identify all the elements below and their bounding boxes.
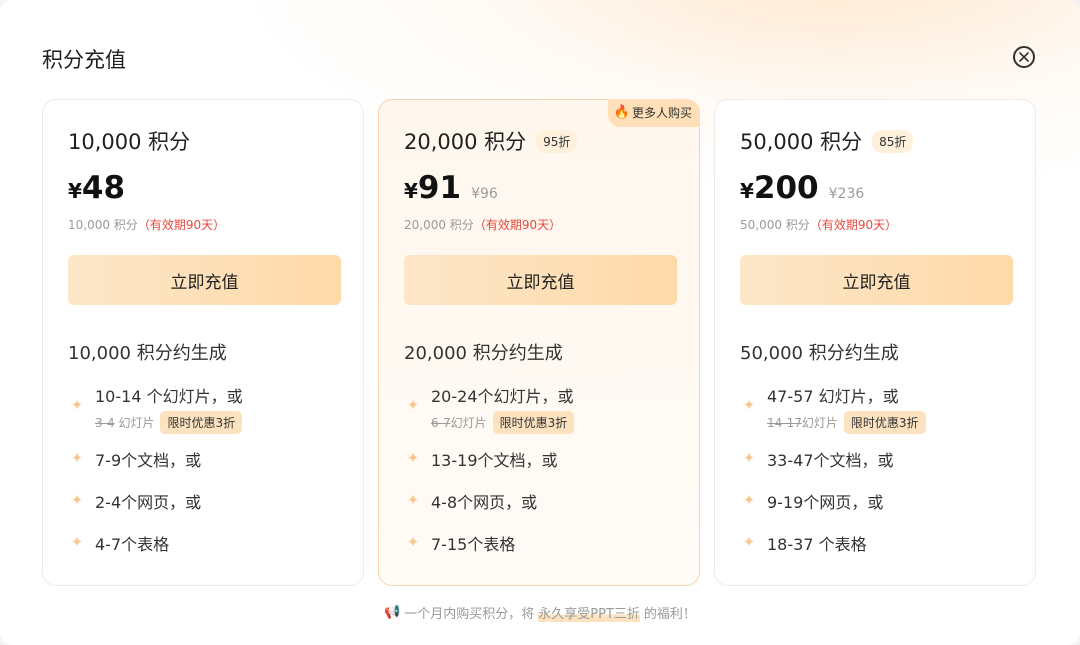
promo-badge: 限时优惠3折 [160, 411, 243, 434]
promo-badge: 限时优惠3折 [843, 411, 926, 434]
plan-amount: 20,000 积分 [404, 130, 527, 154]
feature-slides: ✦ 20-24个幻灯片，或 6-7幻灯片 限时优惠3折 [404, 383, 575, 434]
generation-title: 50,000 积分约生成 [740, 343, 899, 364]
plan-price: ¥200 [740, 170, 819, 206]
sparkle-icon: ✦ [406, 449, 420, 467]
feature-sheets: ✦ 4-7个表格 [68, 531, 169, 555]
sparkle-icon: ✦ [406, 491, 420, 509]
sparkle-icon: ✦ [70, 491, 84, 509]
feature-pages: ✦ 4-8个网页，或 [404, 489, 537, 513]
close-icon [1019, 52, 1029, 62]
megaphone-icon: 📢 [384, 605, 401, 620]
sparkle-icon: ✦ [742, 396, 756, 414]
feature-pages: ✦ 2-4个网页，或 [68, 489, 201, 513]
plan-card-20000: 🔥 更多人购买 20,000 积分 95折 ¥91 ¥96 20,000 积分（… [378, 99, 700, 586]
old-slide-count: 3-4 幻灯片 [95, 416, 155, 430]
plan-card-50000: 50,000 积分 85折 ¥200 ¥236 50,000 积分（有效期90天… [714, 99, 1036, 586]
sparkle-icon: ✦ [406, 533, 420, 551]
discount-badge: 85折 [872, 129, 914, 153]
sparkle-icon: ✦ [70, 533, 84, 551]
popular-badge: 🔥 更多人购买 [607, 99, 700, 127]
old-slide-count: 6-7幻灯片 [431, 416, 487, 430]
sparkle-icon: ✦ [742, 533, 756, 551]
feature-sheets: ✦ 7-15个表格 [404, 531, 516, 555]
sparkle-icon: ✦ [742, 491, 756, 509]
dialog-title: 积分充值 [42, 48, 126, 72]
feature-sheets: ✦ 18-37 个表格 [740, 531, 867, 555]
feature-docs: ✦ 13-19个文档，或 [404, 447, 558, 471]
recharge-button[interactable]: 立即充值 [740, 255, 1013, 305]
recharge-button[interactable]: 立即充值 [404, 255, 677, 305]
plan-card-10000: 10,000 积分 ¥48 10,000 积分（有效期90天） 立即充值 10,… [42, 99, 364, 586]
recharge-dialog: 积分充值 10,000 积分 ¥48 10,000 积分（有效期90天） 立即充… [0, 0, 1080, 645]
recharge-button[interactable]: 立即充值 [68, 255, 341, 305]
sparkle-icon: ✦ [70, 449, 84, 467]
generation-title: 10,000 积分约生成 [68, 343, 227, 364]
sparkle-icon: ✦ [406, 396, 420, 414]
plan-validity: 10,000 积分（有效期90天） [68, 218, 226, 232]
generation-title: 20,000 积分约生成 [404, 343, 563, 364]
flame-icon: 🔥 [613, 105, 630, 120]
feature-slides: ✦ 47-57 幻灯片，或 14-17幻灯片 限时优惠3折 [740, 383, 926, 434]
sparkle-icon: ✦ [742, 449, 756, 467]
footer-note: 📢 一个月内购买积分，将 永久享受PPT三折 的福利！ [384, 603, 696, 622]
plan-price: ¥48 [68, 170, 126, 206]
original-price: ¥96 [471, 186, 498, 202]
feature-docs: ✦ 7-9个文档，或 [68, 447, 201, 471]
feature-pages: ✦ 9-19个网页，或 [740, 489, 884, 513]
plan-validity: 50,000 积分（有效期90天） [740, 218, 898, 232]
feature-docs: ✦ 33-47个文档，或 [740, 447, 894, 471]
plan-price: ¥91 [404, 170, 462, 206]
feature-slides: ✦ 10-14 个幻灯片，或 3-4 幻灯片 限时优惠3折 [68, 383, 243, 434]
close-button[interactable] [1013, 46, 1035, 68]
discount-badge: 95折 [536, 129, 578, 153]
promo-badge: 限时优惠3折 [492, 411, 575, 434]
plan-amount: 50,000 积分 [740, 130, 863, 154]
sparkle-icon: ✦ [70, 396, 84, 414]
plan-validity: 20,000 积分（有效期90天） [404, 218, 562, 232]
plan-amount: 10,000 积分 [68, 130, 191, 154]
original-price: ¥236 [828, 186, 865, 202]
old-slide-count: 14-17幻灯片 [767, 416, 838, 430]
